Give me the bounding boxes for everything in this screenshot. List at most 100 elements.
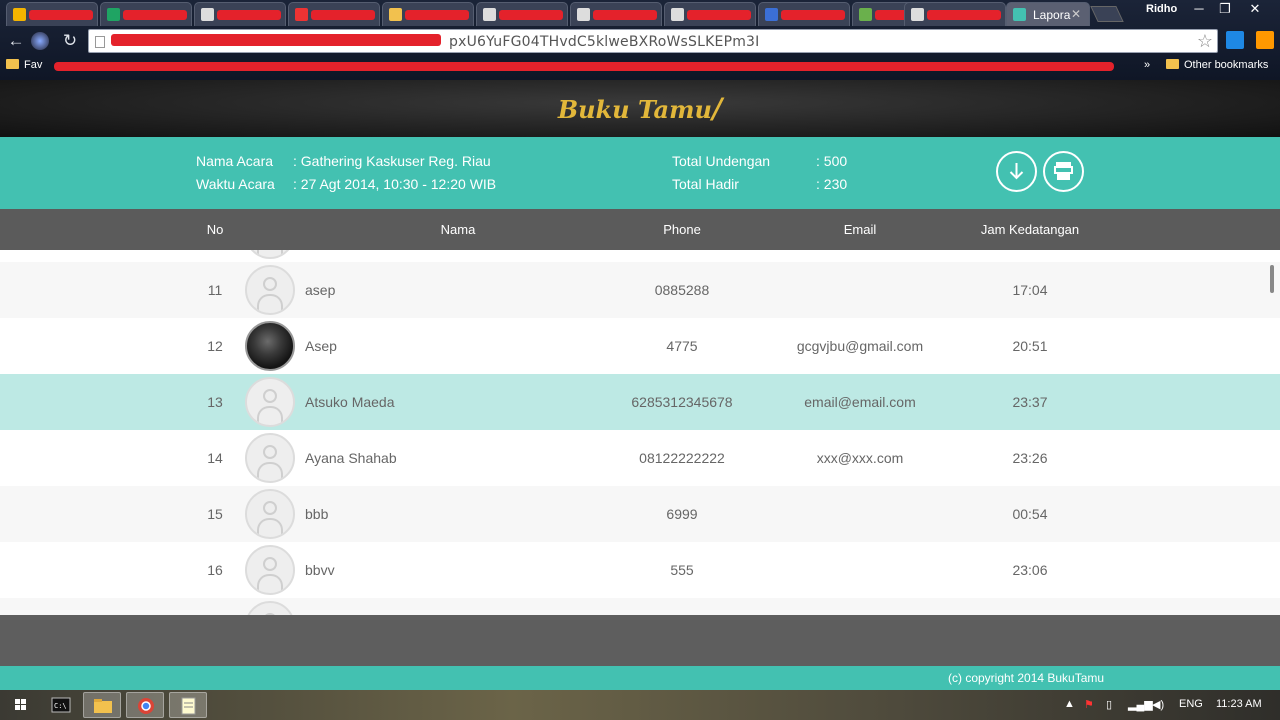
analytics-extension-icon[interactable] — [1226, 31, 1244, 49]
forward-icon[interactable] — [31, 32, 49, 50]
back-icon[interactable]: ← — [6, 31, 26, 51]
table-row[interactable]: 15 bbb 6999 00:54 — [0, 486, 1280, 542]
redaction — [781, 10, 845, 20]
print-button[interactable] — [1043, 151, 1084, 192]
redaction — [499, 10, 563, 20]
url-text[interactable]: pxU6YuFG04THvdC5klweBXRoWsSLKEPm3I — [449, 34, 759, 50]
avatar — [245, 377, 295, 427]
cell-phone: 4775 — [666, 338, 698, 354]
redaction — [593, 10, 657, 20]
browser-toolbar: ← ↻ pxU6YuFG04THvdC5klweBXRoWsSLKEPm3I ☆ — [0, 26, 1280, 56]
start-button[interactable] — [2, 692, 40, 718]
notepad-icon — [181, 697, 196, 715]
redaction — [111, 34, 441, 46]
table-row[interactable]: 14 Ayana Shahab 08122222222 xxx@xxx.com … — [0, 430, 1280, 486]
tab[interactable] — [382, 2, 474, 26]
cell-no: 12 — [207, 338, 223, 354]
column-header-nama[interactable]: Nama — [398, 222, 518, 237]
other-bookmarks[interactable]: Other bookmarks — [1166, 59, 1268, 71]
profile-name[interactable]: Ridho — [1146, 3, 1177, 15]
folder-icon — [6, 59, 19, 69]
table-row[interactable]: 16 bbvv 555 23:06 — [0, 542, 1280, 598]
tab-active[interactable]: Lapora ✕ — [1006, 2, 1090, 26]
close-tab-icon[interactable]: ✕ — [1071, 7, 1081, 21]
new-tab-button[interactable] — [1090, 6, 1124, 22]
column-header-email[interactable]: Email — [800, 222, 920, 237]
total-invited-value: : 500 — [816, 153, 848, 169]
app-logo[interactable]: Buku Tamu/ — [0, 92, 1280, 125]
redaction — [405, 10, 469, 20]
cell-nama: asep — [305, 282, 336, 298]
clock[interactable]: 11:23 AM — [1216, 698, 1262, 710]
tab[interactable] — [904, 2, 1006, 26]
bookmark-folder[interactable]: Fav — [6, 59, 42, 71]
chrome-icon — [138, 698, 154, 714]
page-icon — [577, 8, 590, 21]
chevron-more-icon[interactable]: » — [1144, 59, 1150, 71]
taskbar-cmd[interactable]: C:\ — [42, 692, 80, 718]
svg-text:C:\: C:\ — [54, 702, 67, 710]
column-header-phone[interactable]: Phone — [622, 222, 742, 237]
cell-no: 16 — [207, 562, 223, 578]
redaction — [29, 10, 93, 20]
page-icon — [859, 8, 872, 21]
action-center-icon[interactable]: ⚑ — [1084, 698, 1094, 711]
download-button[interactable] — [996, 151, 1037, 192]
scrollbar-thumb[interactable] — [1270, 265, 1274, 293]
cell-email: xxx@xxx.com — [816, 450, 904, 466]
language-indicator[interactable]: ENG — [1179, 698, 1203, 710]
avatar — [245, 433, 295, 483]
reload-icon[interactable]: ↻ — [60, 31, 80, 51]
user-placeholder-icon — [263, 445, 277, 459]
restore-icon[interactable]: ❐ — [1212, 0, 1238, 18]
minimize-icon[interactable]: ─ — [1186, 0, 1212, 18]
pen-icon: / — [711, 92, 723, 125]
network-icon[interactable]: ▂▄▆ — [1128, 698, 1153, 711]
taskbar-chrome[interactable] — [126, 692, 164, 718]
tab[interactable] — [100, 2, 192, 26]
address-bar[interactable]: pxU6YuFG04THvdC5klweBXRoWsSLKEPm3I ☆ — [88, 29, 1218, 53]
cell-no: 13 — [207, 394, 223, 410]
cell-jam: 00:54 — [1012, 506, 1048, 522]
cell-email: email@email.com — [804, 394, 916, 410]
folder-icon — [1166, 59, 1179, 69]
taskbar-notepad[interactable] — [169, 692, 207, 718]
drive-icon — [13, 8, 26, 21]
table-row-partial — [0, 250, 1280, 262]
cell-phone: 6285312345678 — [631, 394, 733, 410]
avatar — [245, 545, 295, 595]
cmd-icon: C:\ — [51, 697, 71, 713]
cell-jam: 23:26 — [1012, 450, 1048, 466]
column-header-no[interactable]: No — [185, 222, 245, 237]
avatar — [245, 250, 295, 259]
show-hidden-icons-icon[interactable]: ▲ — [1064, 698, 1075, 710]
menu-icon[interactable] — [1256, 31, 1274, 49]
page-icon — [765, 8, 778, 21]
tab[interactable] — [6, 2, 98, 26]
column-header-jam-kedatangan[interactable]: Jam Kedatangan — [960, 222, 1100, 237]
tab[interactable] — [288, 2, 380, 26]
printer-icon — [1054, 162, 1073, 180]
tab[interactable] — [570, 2, 662, 26]
sheets-icon — [107, 8, 120, 21]
tab[interactable] — [476, 2, 568, 26]
taskbar-explorer[interactable] — [83, 692, 121, 718]
cell-nama: Asep — [305, 338, 337, 354]
cell-phone: 0885288 — [654, 282, 710, 298]
power-icon[interactable]: ▯ — [1106, 698, 1112, 711]
tab[interactable] — [664, 2, 756, 26]
redaction — [54, 62, 1114, 71]
tab[interactable] — [194, 2, 286, 26]
close-window-icon[interactable]: ✕ — [1242, 0, 1268, 18]
table-row[interactable]: 11 asep 0885288 17:04 — [0, 262, 1280, 318]
cell-nama: Ayana Shahab — [305, 450, 397, 466]
table-row-highlighted[interactable]: 13 Atsuko Maeda 6285312345678 email@emai… — [0, 374, 1280, 430]
cell-no: 14 — [207, 450, 223, 466]
redaction — [927, 10, 1001, 20]
page-icon — [1013, 8, 1026, 21]
volume-icon[interactable]: ◀) — [1152, 698, 1164, 711]
bookmark-star-icon[interactable]: ☆ — [1197, 31, 1213, 52]
avatar — [245, 601, 295, 615]
tab[interactable] — [758, 2, 850, 26]
table-row[interactable]: 12 Asep 4775 gcgvjbu@gmail.com 20:51 — [0, 318, 1280, 374]
